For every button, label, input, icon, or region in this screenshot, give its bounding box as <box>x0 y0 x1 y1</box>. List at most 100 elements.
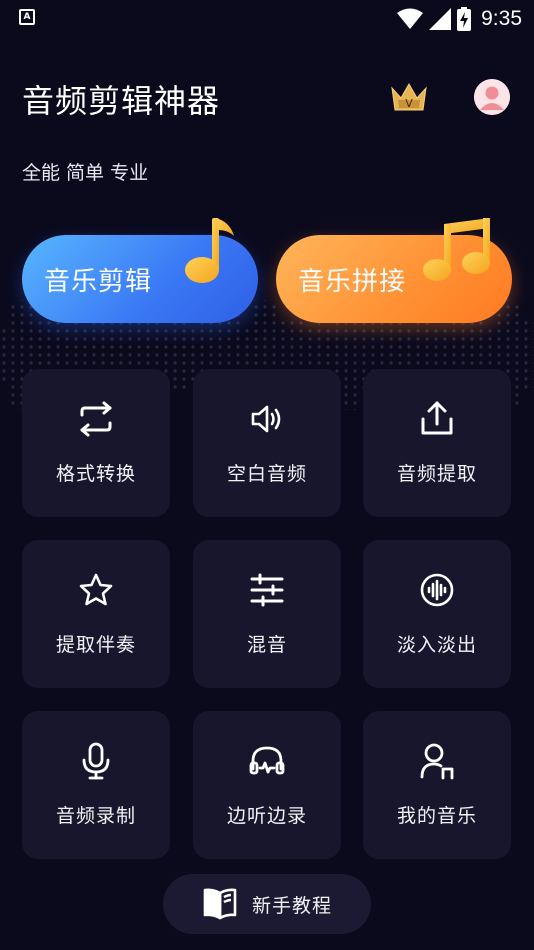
tile-audio-record[interactable]: 音频录制 <box>22 711 170 859</box>
equalizer-dot <box>317 329 321 333</box>
equalizer-dot <box>20 321 24 325</box>
equalizer-dot <box>254 329 258 333</box>
equalizer-dot <box>371 345 375 349</box>
equalizer-dot <box>83 337 87 341</box>
equalizer-dot <box>182 377 186 381</box>
equalizer-dot <box>434 353 438 357</box>
battery-charging-icon <box>457 7 472 31</box>
equalizer-dot <box>119 361 123 365</box>
equalizer-dot <box>344 393 348 397</box>
equalizer-dot <box>344 385 348 389</box>
equalizer-dot <box>164 329 168 333</box>
equalizer-dot <box>20 369 24 373</box>
equalizer-dot <box>461 337 465 341</box>
tile-label: 混音 <box>246 634 287 656</box>
tile-audio-extract[interactable]: 音频提取 <box>363 369 511 517</box>
avatar[interactable] <box>474 79 510 115</box>
equalizer-dot <box>515 353 519 357</box>
double-music-note-icon <box>423 218 490 281</box>
tile-listen-record[interactable]: 边听边录 <box>193 711 341 859</box>
equalizer-dot <box>344 329 348 333</box>
equalizer-dot <box>236 321 240 325</box>
equalizer-dot <box>353 337 357 341</box>
tile-fade-in-out[interactable]: 淡入淡出 <box>363 540 511 688</box>
equalizer-dot <box>92 345 96 349</box>
equalizer-dot <box>83 353 87 357</box>
equalizer-dot <box>506 337 510 341</box>
equalizer-dot <box>83 361 87 365</box>
equalizer-dot <box>182 361 186 365</box>
equalizer-dot <box>209 361 213 365</box>
equalizer-dot <box>443 361 447 365</box>
tile-blank-audio[interactable]: 空白音频 <box>193 369 341 517</box>
equalizer-dot <box>344 353 348 357</box>
equalizer-dot <box>47 337 51 341</box>
equalizer-dot <box>299 361 303 365</box>
equalizer-dot <box>263 305 267 309</box>
equalizer-dot <box>389 361 393 365</box>
equalizer-dot <box>479 345 483 349</box>
equalizer-dot <box>398 353 402 357</box>
equalizer-dot <box>20 329 24 333</box>
equalizer-dot <box>335 329 339 333</box>
equalizer-dot <box>515 369 519 373</box>
equalizer-dot <box>101 361 105 365</box>
equalizer-dot <box>254 305 258 309</box>
equalizer-dot <box>20 345 24 349</box>
equalizer-dot <box>11 401 15 405</box>
vip-badge-letter: V <box>405 97 413 110</box>
equalizer-dot <box>443 345 447 349</box>
tile-format-convert[interactable]: 格式转换 <box>22 369 170 517</box>
equalizer-dot <box>209 353 213 357</box>
notification-app-icon: A <box>19 9 35 25</box>
equalizer-dot <box>209 345 213 349</box>
equalizer-dot <box>398 329 402 333</box>
equalizer-dot <box>470 353 474 357</box>
equalizer-dot <box>488 353 492 357</box>
equalizer-dot <box>353 409 357 410</box>
upload-icon <box>421 401 453 435</box>
equalizer-dot <box>164 361 168 365</box>
tagline: 全能 简单 专业 <box>22 162 149 184</box>
tile-my-music[interactable]: 我的音乐 <box>363 711 511 859</box>
equalizer-dot <box>362 361 366 365</box>
equalizer-dot <box>299 329 303 333</box>
equalizer-dot <box>29 321 33 325</box>
equalizer-dot <box>281 353 285 357</box>
equalizer-dot <box>416 353 420 357</box>
equalizer-dot <box>65 353 69 357</box>
equalizer-dot <box>119 345 123 349</box>
vip-crown-icon[interactable]: V <box>390 80 428 114</box>
tile-mix[interactable]: 混音 <box>193 540 341 688</box>
equalizer-dot <box>11 377 15 381</box>
equalizer-dot <box>425 329 429 333</box>
equalizer-dot <box>515 305 519 309</box>
equalizer-dot <box>227 361 231 365</box>
equalizer-dot <box>47 329 51 333</box>
equalizer-dot <box>290 353 294 357</box>
tutorial-button[interactable]: 新手教程 <box>163 874 371 934</box>
equalizer-dot <box>209 329 213 333</box>
equalizer-dot <box>470 361 474 365</box>
equalizer-dot <box>20 337 24 341</box>
equalizer-dot <box>524 329 528 333</box>
equalizer-dot <box>101 337 105 341</box>
equalizer-dot <box>2 337 6 341</box>
status-icons: 9:35 <box>397 4 522 34</box>
equalizer-dot <box>524 337 528 341</box>
equalizer-dot <box>200 337 204 341</box>
tile-extract-accompaniment[interactable]: 提取伴奏 <box>22 540 170 688</box>
equalizer-dot <box>272 361 276 365</box>
equalizer-dot <box>155 337 159 341</box>
equalizer-dot <box>353 369 357 373</box>
tutorial-label: 新手教程 <box>251 894 332 917</box>
equalizer-dot <box>434 337 438 341</box>
tile-label: 我的音乐 <box>396 805 477 827</box>
equalizer-dot <box>272 353 276 357</box>
book-icon <box>203 888 237 920</box>
equalizer-dot <box>254 345 258 349</box>
equalizer-dot <box>497 337 501 341</box>
equalizer-dot <box>452 345 456 349</box>
equalizer-dot <box>200 361 204 365</box>
equalizer-dot <box>416 329 420 333</box>
